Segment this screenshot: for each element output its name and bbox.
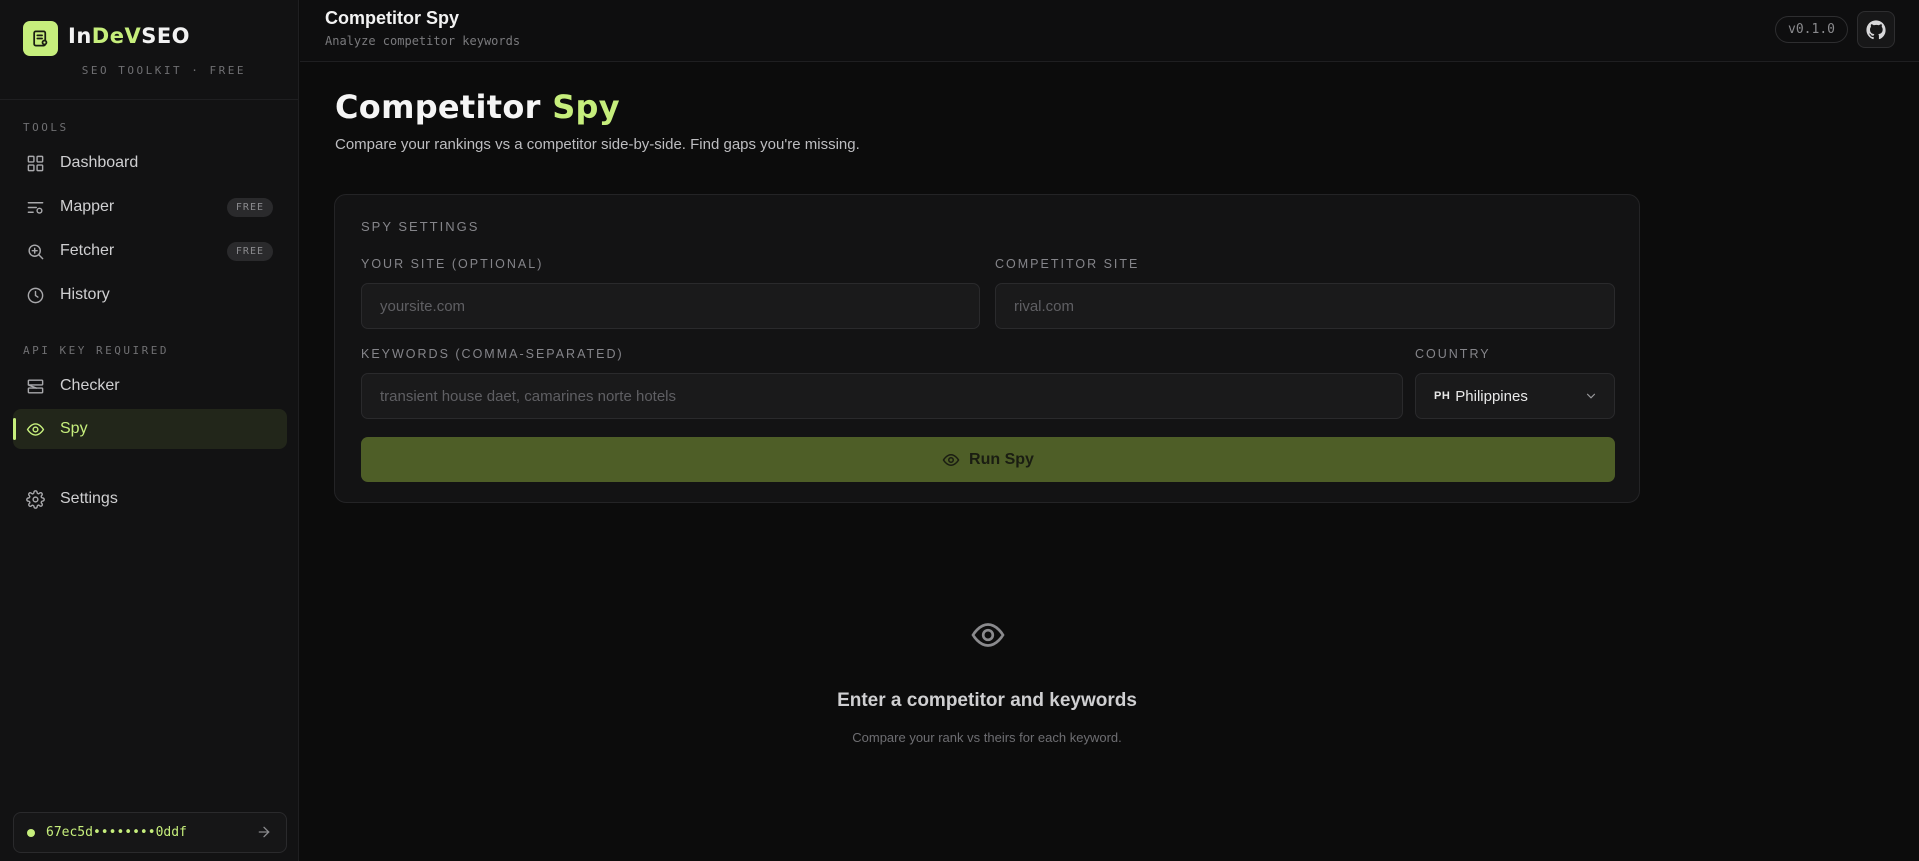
- sidebar-item-label: Checker: [60, 377, 120, 394]
- api-key-status[interactable]: 67ec5d••••••••0ddf: [13, 812, 287, 853]
- sidebar-item-label: Dashboard: [60, 154, 139, 171]
- logo-icon[interactable]: [23, 21, 58, 56]
- github-icon: [1866, 19, 1886, 39]
- sidebar-item-label: History: [60, 286, 110, 303]
- topbar-subtitle: Analyze competitor keywords: [325, 34, 521, 48]
- your-site-input[interactable]: [361, 283, 980, 329]
- github-button[interactable]: [1857, 11, 1895, 48]
- free-badge: FREE: [226, 242, 273, 261]
- page-title: Competitor Spy: [335, 88, 620, 126]
- clock-icon: [27, 287, 44, 303]
- status-dot: [27, 828, 35, 837]
- list-filter-icon: [27, 201, 44, 214]
- keywords-input[interactable]: [361, 373, 1403, 419]
- eye-icon: [942, 453, 960, 466]
- page-title-part2: Spy: [552, 88, 620, 126]
- empty-state: Enter a competitor and keywords Compare …: [334, 690, 1640, 745]
- run-spy-button[interactable]: Run Spy: [361, 437, 1615, 482]
- keywords-label: KEYWORDS (COMMA-SEPARATED): [361, 347, 624, 361]
- sidebar: InDeVSEO SEO TOOLKIT · FREE TOOLS Dashbo…: [0, 0, 299, 861]
- sidebar-item-fetcher[interactable]: Fetcher FREE: [13, 231, 287, 271]
- section-label-api-key-required: API KEY REQUIRED: [23, 344, 169, 357]
- sidebar-item-label: Fetcher: [60, 242, 115, 259]
- sidebar-item-checker[interactable]: Checker: [13, 366, 287, 406]
- brand-part-seo: SEO: [141, 24, 191, 48]
- competitor-site-input[interactable]: [995, 283, 1615, 329]
- sidebar-item-spy[interactable]: Spy: [13, 409, 287, 449]
- sidebar-item-label: Spy: [60, 420, 88, 437]
- page-title-part1: Competitor: [335, 88, 541, 126]
- brand-part-dev: DeV: [91, 24, 142, 48]
- eye-icon: [971, 623, 1005, 647]
- api-key-value: 67ec5d••••••••0ddf: [46, 825, 187, 840]
- chevron-down-icon: [1586, 393, 1596, 399]
- sidebar-item-dashboard[interactable]: Dashboard: [13, 143, 287, 183]
- empty-state-title: Enter a competitor and keywords: [837, 690, 1137, 711]
- spy-settings-card: SPY SETTINGS YOUR SITE (OPTIONAL) COMPET…: [334, 194, 1640, 503]
- country-flag: PH: [1434, 390, 1451, 402]
- zoom-in-icon: [28, 243, 44, 259]
- brand-header: InDeVSEO SEO TOOLKIT · FREE: [0, 0, 298, 100]
- sidebar-item-label: Mapper: [60, 198, 115, 215]
- eye-icon: [26, 422, 45, 436]
- competitor-site-label: COMPETITOR SITE: [995, 257, 1140, 271]
- run-spy-label: Run Spy: [969, 450, 1034, 468]
- brand-part-in: In: [68, 24, 92, 48]
- topbar-title: Competitor Spy: [325, 8, 460, 28]
- sidebar-item-settings[interactable]: Settings: [13, 479, 287, 519]
- your-site-label: YOUR SITE (OPTIONAL): [361, 257, 544, 271]
- country-select[interactable]: PH Philippines: [1415, 373, 1615, 419]
- country-label: COUNTRY: [1415, 347, 1491, 361]
- topbar: Competitor Spy Analyze competitor keywor…: [300, 0, 1919, 62]
- page-description: Compare your rankings vs a competitor si…: [335, 136, 860, 153]
- sidebar-item-mapper[interactable]: Mapper FREE: [13, 187, 287, 227]
- grid-icon: [27, 155, 44, 171]
- section-label-tools: TOOLS: [23, 121, 69, 134]
- sidebar-item-label: Settings: [60, 490, 118, 507]
- empty-state-subtitle: Compare your rank vs theirs for each key…: [852, 730, 1122, 745]
- gear-icon: [26, 489, 45, 509]
- free-badge: FREE: [226, 198, 273, 217]
- brand-name[interactable]: InDeVSEO: [68, 24, 190, 48]
- arrow-right-icon[interactable]: [256, 824, 272, 840]
- card-title: SPY SETTINGS: [361, 219, 480, 234]
- server-icon: [27, 378, 44, 394]
- brand-subtitle: SEO TOOLKIT · FREE: [81, 64, 246, 77]
- version-badge: v0.1.0: [1775, 16, 1848, 43]
- sidebar-item-history[interactable]: History: [13, 275, 287, 315]
- country-value: Philippines: [1455, 387, 1528, 405]
